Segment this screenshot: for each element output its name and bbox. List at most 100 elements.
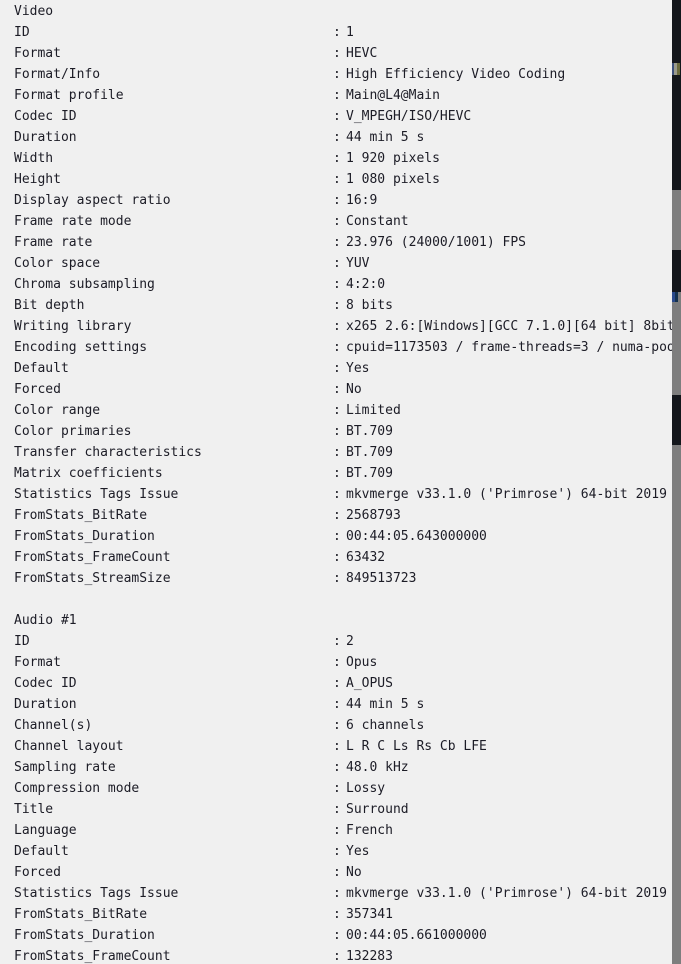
property-separator: : [333,844,341,859]
property-row: Statistics Tags Issue: mkvmerge v33.1.0 (… [0,883,672,904]
property-label: FromStats_FrameCount [14,550,171,565]
property-row: Format profile: Main@L4@Main [0,85,672,106]
property-separator: : [333,25,341,40]
property-row: Bit depth:8 bits [0,295,672,316]
property-row: Chroma subsampling:4:2:0 [0,274,672,295]
property-separator: : [333,508,341,523]
property-separator: : [333,109,341,124]
property-separator: : [333,760,341,775]
property-row: Color primaries: BT.709 [0,421,672,442]
property-label: Forced [14,865,61,880]
property-row: FromStats_FrameCount:132283 [0,946,672,964]
property-value: No [346,865,362,880]
section-heading-label: Audio #1 [14,613,77,628]
property-row: Forced: No [0,379,672,400]
property-value: Yes [346,844,370,859]
property-value: 1 [346,25,354,40]
property-value: BT.709 [346,424,393,439]
property-value: Opus [346,655,378,670]
property-label: Default [14,844,69,859]
property-value: 16:9 [346,193,378,208]
property-row: Compression mode: Lossy [0,778,672,799]
property-value: cpuid=1173503 / frame-threads=3 / numa-p… [346,340,672,355]
property-value: mkvmerge v33.1.0 ('Primrose') 64-bit 201… [346,886,667,901]
property-separator: : [333,424,341,439]
property-row: Default: Yes [0,841,672,862]
property-row: FromStats_Duration:00:44:05.661000000 [0,925,672,946]
property-label: Encoding settings [14,340,148,355]
property-label: FromStats_Duration [14,529,155,544]
property-row: Frame rate mode: Constant [0,211,672,232]
property-separator: : [333,382,341,397]
property-value: Surround [346,802,409,817]
property-value: 44 min 5 s [346,130,425,145]
property-row: Codec ID: A_OPUS [0,673,672,694]
scrollbar-position-marker-icon [672,292,681,302]
property-separator: : [333,67,341,82]
property-row: FromStats_BitRate:2568793 [0,505,672,526]
property-separator: : [333,130,341,145]
property-value: 4:2:0 [346,277,386,292]
property-separator: : [333,865,341,880]
property-row: Channel(s):6 channels [0,715,672,736]
property-separator: : [333,550,341,565]
property-value: No [346,382,362,397]
property-separator: : [333,361,341,376]
property-value: Constant [346,214,409,229]
property-label: Width [14,151,54,166]
property-separator: : [333,151,341,166]
property-value: 00:44:05.661000000 [346,928,487,943]
property-label: Chroma subsampling [14,277,155,292]
property-separator: : [333,949,341,964]
scrollbar-thumb-segment[interactable] [672,395,681,445]
section-heading-row: Audio #1 [0,610,672,631]
property-separator: : [333,298,341,313]
property-label: Format/Info [14,67,101,82]
property-label: Sampling rate [14,760,116,775]
property-row: Color space: YUV [0,253,672,274]
property-label: Format profile [14,88,124,103]
property-separator: : [333,340,341,355]
property-label: Channel layout [14,739,124,754]
text-content-pane[interactable]: Video ID:1 Format: HEVC Format/Info: High Eff… [0,0,672,964]
property-value: French [346,823,393,838]
property-label: Frame rate mode [14,214,132,229]
property-label: Color range [14,403,101,418]
property-label: Bit depth [14,298,85,313]
property-label: Statistics Tags Issue [14,886,179,901]
property-row: Title: Surround [0,799,672,820]
scrollbar-thumb-segment[interactable] [672,250,681,292]
property-row: Default: Yes [0,358,672,379]
property-separator: : [333,487,341,502]
property-label: Frame rate [14,235,93,250]
info-section: Video ID:1 Format: HEVC Format/Info: High Eff… [0,1,672,589]
property-row: Width:1 920 pixels [0,148,672,169]
property-label: Channel(s) [14,718,93,733]
property-value: 8 bits [346,298,393,313]
property-value: BT.709 [346,445,393,460]
property-separator: : [333,445,341,460]
property-row: Writing library: x265 2.6:[Windows][GCC 7… [0,316,672,337]
scrollbar-position-marker-icon [672,63,681,75]
property-row: ID:1 [0,22,672,43]
property-separator: : [333,928,341,943]
property-value: 132283 [346,949,393,964]
vertical-scrollbar[interactable] [672,0,681,964]
property-row: Channel layout: L R C Ls Rs Cb LFE [0,736,672,757]
property-label: Transfer characteristics [14,445,202,460]
property-value: 63432 [346,550,386,565]
property-value: Lossy [346,781,386,796]
scrollbar-thumb-segment[interactable] [672,0,681,190]
section-heading-row: Video [0,1,672,22]
property-label: Codec ID [14,109,77,124]
property-value: 2 [346,634,354,649]
property-label: ID [14,634,30,649]
property-separator: : [333,718,341,733]
property-label: Writing library [14,319,132,334]
property-value: 1 920 pixels [346,151,440,166]
property-separator: : [333,214,341,229]
property-separator: : [333,466,341,481]
property-separator: : [333,781,341,796]
property-row: FromStats_FrameCount:63432 [0,547,672,568]
